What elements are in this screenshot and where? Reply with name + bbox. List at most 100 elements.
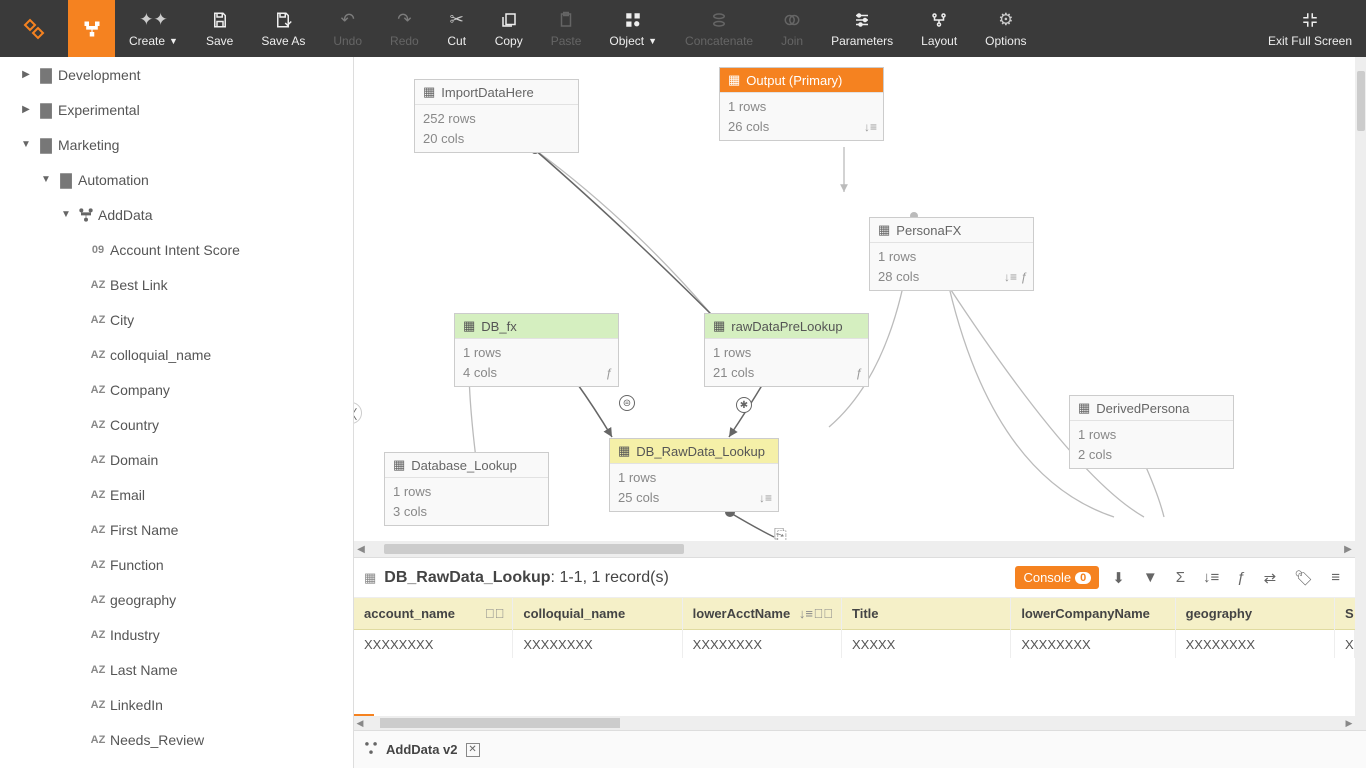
exit-full-screen-button[interactable]: Exit Full Screen xyxy=(1254,0,1366,57)
scrollbar-thumb[interactable] xyxy=(384,544,684,554)
column-header[interactable]: lowerAcctName↓≡👁⃠ xyxy=(683,598,841,630)
create-button[interactable]: ✦✦ Create▼ xyxy=(115,0,192,57)
tree-column-item[interactable]: AZCountry xyxy=(0,407,353,442)
data-cell[interactable]: XXXXXXXX xyxy=(354,630,512,658)
column-header[interactable]: lowerCompanyName xyxy=(1011,598,1174,630)
copy-node-icon[interactable]: ⎘ xyxy=(774,527,787,541)
fx-icon: ƒ xyxy=(605,364,612,382)
tag-icon[interactable]: 🏷 xyxy=(1289,569,1318,587)
vertical-scrollbar[interactable] xyxy=(1355,57,1366,730)
project-tree[interactable]: ▶ ▇ Development ▶ ▇ Experimental ▼ ▇ Mar… xyxy=(0,57,354,768)
tree-column-item[interactable]: AZLinkedIn xyxy=(0,687,353,722)
eye-off-icon[interactable]: 👁⃠ xyxy=(485,606,505,621)
node-db-rawdata-lookup[interactable]: ▦DB_RawData_Lookup 1 rows25 cols↓≡ xyxy=(609,438,779,512)
tree-folder-automation[interactable]: ▼ ▇ Automation xyxy=(0,162,353,197)
data-cell[interactable]: XXXXXXXX xyxy=(513,630,681,658)
scrollbar-thumb[interactable] xyxy=(1357,71,1365,131)
tree-folder-experimental[interactable]: ▶ ▇ Experimental xyxy=(0,92,353,127)
column-header[interactable]: colloquial_name xyxy=(513,598,681,630)
table-icon: ▦ xyxy=(1078,400,1090,416)
app-logo[interactable] xyxy=(0,0,68,57)
scroll-left-icon[interactable]: ◀ xyxy=(354,544,368,555)
tree-column-item[interactable]: AZCompany xyxy=(0,372,353,407)
layout-button[interactable]: Layout xyxy=(907,0,971,57)
node-raw-pre-lookup[interactable]: ▦rawDataPreLookup 1 rows21 colsƒ xyxy=(704,313,869,387)
save-button[interactable]: Save xyxy=(192,0,247,57)
tree-column-item[interactable]: AZDomain xyxy=(0,442,353,477)
tree-column-item[interactable]: AZPersona xyxy=(0,757,353,768)
close-tab-button[interactable]: ✕ xyxy=(466,743,480,757)
options-button[interactable]: ⚙ Options xyxy=(971,0,1040,57)
cut-button[interactable]: ✂ Cut xyxy=(433,0,481,57)
tree-column-item[interactable]: AZFunction xyxy=(0,547,353,582)
sigma-icon[interactable]: Σ xyxy=(1171,569,1190,586)
canvas-horizontal-scrollbar[interactable]: ◀ ▶ xyxy=(354,541,1355,557)
tree-column-item[interactable]: AZBest Link xyxy=(0,267,353,302)
sort-icon: ↓≡ xyxy=(864,118,877,136)
tree-column-item[interactable]: AZNeeds_Review xyxy=(0,722,353,757)
copy-button[interactable]: Copy xyxy=(481,0,537,57)
tree-column-item[interactable]: AZcolloquial_name xyxy=(0,337,353,372)
filter-icon[interactable]: ▼ xyxy=(1138,569,1163,586)
paste-button: Paste xyxy=(537,0,596,57)
type-badge: AZ xyxy=(86,454,110,466)
node-database-lookup[interactable]: ▦Database_Lookup 1 rows3 cols xyxy=(384,452,549,526)
tree-column-item[interactable]: AZLast Name xyxy=(0,652,353,687)
data-horizontal-scrollbar[interactable]: ◀ ▶ xyxy=(354,716,1355,730)
tree-workflow-adddata[interactable]: ▼ AddData xyxy=(0,197,353,232)
collapse-sidebar-button[interactable]: 〈 xyxy=(354,402,362,424)
data-cell[interactable]: XXXXXXXX xyxy=(1176,630,1334,658)
data-grid[interactable]: account_name👁⃠XXXXXXXXcolloquial_nameXXX… xyxy=(354,598,1355,658)
function-icon[interactable]: ƒ xyxy=(1232,569,1250,586)
workflow-canvas[interactable]: 〈 ▦ImportDataHere 252 rows20 cols ▦Outpu… xyxy=(354,57,1355,541)
scroll-right-icon[interactable]: ▶ xyxy=(1341,544,1355,555)
eye-off-icon[interactable]: 👁⃠ xyxy=(814,606,834,621)
table-icon: ▦ xyxy=(878,222,890,238)
equal-join-icon[interactable]: ⊜ xyxy=(619,395,635,411)
column-header[interactable]: account_name👁⃠ xyxy=(354,598,512,630)
swap-icon[interactable]: ⇄ xyxy=(1259,569,1282,587)
data-cell[interactable]: X xyxy=(1335,630,1355,658)
node-persona-fx[interactable]: ▦PersonaFX 1 rows28 cols↓≡ ƒ xyxy=(869,217,1034,291)
workflow-mode-button[interactable] xyxy=(68,0,115,57)
sort-desc-icon[interactable]: ↓≡ xyxy=(799,606,813,621)
tree-item-label: Function xyxy=(110,557,164,573)
tab-label[interactable]: AddData v2 xyxy=(386,742,458,757)
console-button[interactable]: Console0 xyxy=(1015,566,1099,589)
tree-folder-development[interactable]: ▶ ▇ Development xyxy=(0,57,353,92)
column-header[interactable]: S xyxy=(1335,598,1355,630)
tree-column-item[interactable]: AZFirst Name xyxy=(0,512,353,547)
data-cell[interactable]: XXXXXXXX xyxy=(1011,630,1174,658)
layout-icon xyxy=(930,10,948,30)
tree-item-label: First Name xyxy=(110,522,178,538)
tree-column-item[interactable]: AZCity xyxy=(0,302,353,337)
list-icon[interactable]: ≡ xyxy=(1326,569,1345,586)
tree-column-item[interactable]: 09Account Intent Score xyxy=(0,232,353,267)
tree-folder-marketing[interactable]: ▼ ▇ Marketing xyxy=(0,127,353,162)
scroll-left-icon[interactable]: ◀ xyxy=(354,718,366,729)
node-output-primary[interactable]: ▦Output (Primary) 1 rows26 cols↓≡ xyxy=(719,67,884,141)
parameters-button[interactable]: Parameters xyxy=(817,0,907,57)
tree-column-item[interactable]: AZIndustry xyxy=(0,617,353,652)
node-derived-persona[interactable]: ▦DerivedPersona 1 rows2 cols xyxy=(1069,395,1234,469)
type-badge: AZ xyxy=(86,699,110,711)
object-button[interactable]: Object▼ xyxy=(595,0,671,57)
data-cell[interactable]: XXXXX xyxy=(842,630,1010,658)
gear-join-icon[interactable]: ✱ xyxy=(736,397,752,413)
scrollbar-thumb[interactable] xyxy=(380,718,620,728)
tree-column-item[interactable]: AZEmail xyxy=(0,477,353,512)
node-import-data[interactable]: ▦ImportDataHere 252 rows20 cols xyxy=(414,79,579,153)
table-icon: ▦ xyxy=(423,84,435,100)
node-db-fx[interactable]: ▦DB_fx 1 rows4 colsƒ xyxy=(454,313,619,387)
table-icon: ▦ xyxy=(393,457,405,473)
download-icon[interactable]: ⬇ xyxy=(1107,569,1130,587)
data-cell[interactable]: XXXXXXXX xyxy=(683,630,841,658)
table-icon: ▦ xyxy=(463,318,475,334)
save-as-button[interactable]: Save As xyxy=(247,0,319,57)
paste-icon xyxy=(557,10,575,30)
column-header[interactable]: Title xyxy=(842,598,1010,630)
scroll-right-icon[interactable]: ▶ xyxy=(1343,718,1355,729)
column-header[interactable]: geography xyxy=(1176,598,1334,630)
tree-column-item[interactable]: AZgeography xyxy=(0,582,353,617)
sort-icon[interactable]: ↓≡ xyxy=(1198,569,1224,586)
